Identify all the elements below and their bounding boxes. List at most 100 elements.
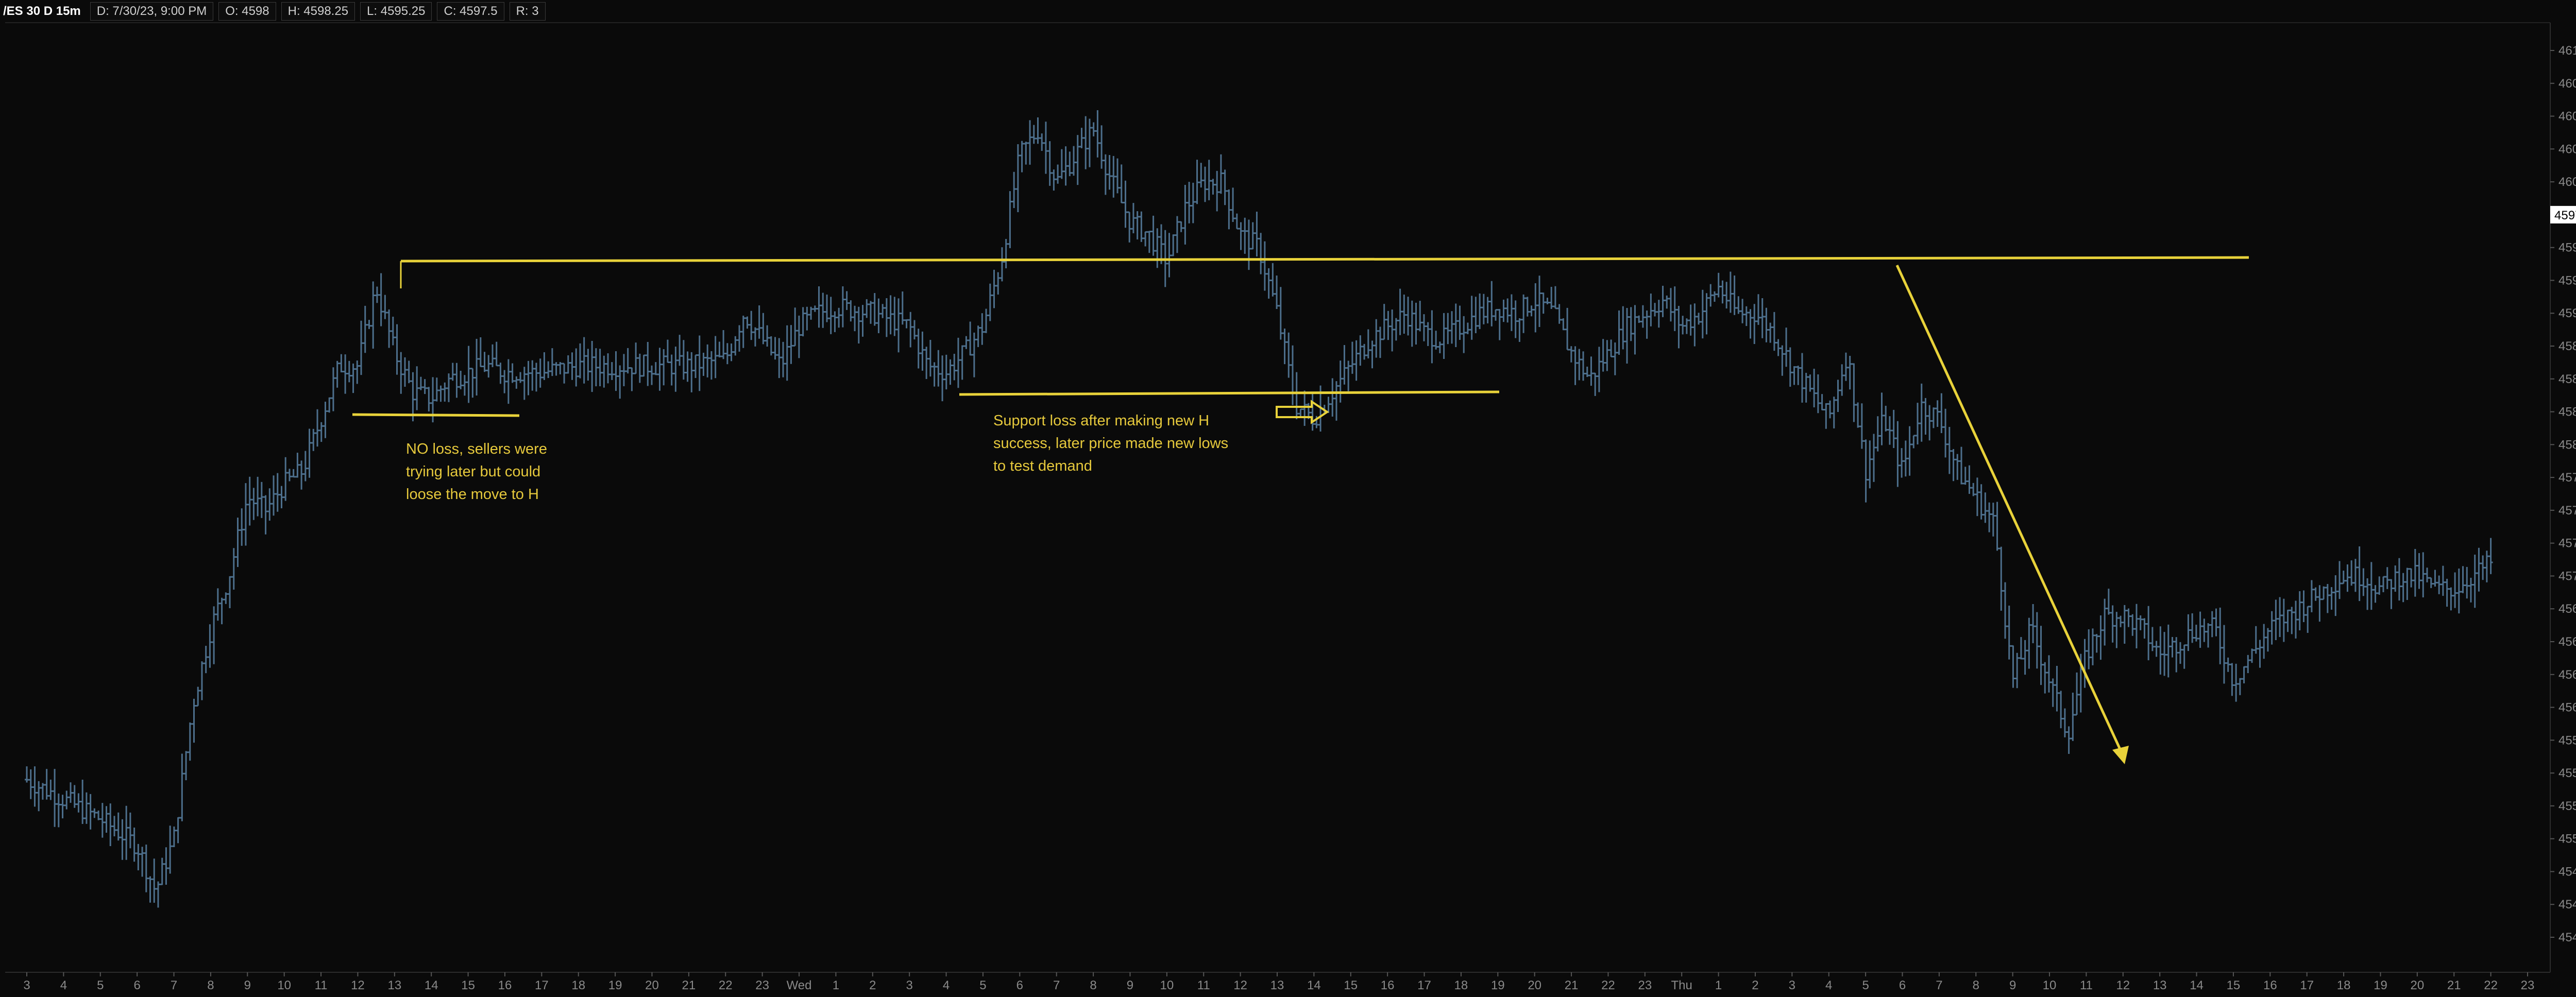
time-axis[interactable]: 3 4 5 6 7 8 9 10 11 12 13 14 15 16 17 18 19 20 21 22 23 Wed 1 2… — [23, 972, 2534, 992]
ohlc-bar — [1135, 211, 1140, 239]
ohlc-bar — [641, 354, 646, 377]
high-field: H: 4598.25 — [281, 2, 355, 21]
ohlc-bar — [1390, 310, 1395, 352]
ohlc-bar — [2114, 612, 2119, 648]
ohlc-bar — [1378, 326, 1382, 358]
ohlc-bar — [713, 336, 718, 379]
ohlc-bar — [1800, 353, 1804, 403]
ohlc-bar — [2306, 606, 2310, 633]
ohlc-bar — [1310, 392, 1315, 431]
ohlc-bar — [2445, 578, 2449, 607]
ohlc-bar — [1012, 171, 1016, 208]
ohlc-bar — [2477, 547, 2481, 592]
ohlc-bar — [2472, 555, 2477, 608]
ohlc-bar — [2337, 561, 2342, 599]
ohlc-bar — [434, 377, 439, 402]
ohlc-bar — [1947, 426, 1952, 474]
price-tick-label: 4542.5 — [2558, 931, 2576, 944]
ohlc-bar — [48, 779, 53, 800]
ohlc-bar — [510, 363, 515, 383]
ohlc-bar — [168, 826, 173, 874]
price-chart[interactable]: 46104607.546054602.546004597.545954592.5… — [0, 0, 2576, 997]
ohlc-bar — [614, 351, 618, 391]
ohlc-bar — [777, 338, 782, 379]
ohlc-bar — [88, 794, 93, 830]
ohlc-bar — [1223, 169, 1227, 205]
ohlc-bar — [1525, 297, 1530, 317]
ohlc-bar — [1402, 295, 1406, 334]
ohlc-bar — [2357, 546, 2362, 601]
ohlc-bar — [1836, 380, 1840, 412]
ohlc-bar — [1008, 191, 1012, 248]
ohlc-bar — [534, 363, 538, 392]
ohlc-bar — [1808, 374, 1812, 392]
ohlc-bar — [542, 352, 547, 380]
ohlc-bar — [1577, 349, 1582, 381]
ohlc-bar — [1688, 304, 1693, 336]
time-tick-label: 10 — [277, 978, 291, 992]
ohlc-bar — [1059, 149, 1064, 179]
ohlc-bar — [1665, 295, 1669, 309]
ohlc-bar — [156, 881, 160, 908]
ohlc-bar — [2170, 637, 2175, 658]
ohlc-bar — [1999, 546, 2004, 611]
ohlc-bar — [104, 806, 109, 833]
ohlc-bar — [2031, 604, 2036, 644]
ohlc-bar — [1967, 465, 1972, 494]
ohlc-bar — [2198, 611, 2202, 648]
ohlc-bar — [999, 247, 1004, 282]
ohlc-bar — [1047, 141, 1052, 186]
ohlc-bar — [944, 354, 948, 390]
ohlc-bar — [884, 298, 889, 337]
ohlc-bar — [494, 341, 499, 367]
ohlc-bar — [1903, 440, 1908, 477]
ohlc-bar — [2377, 576, 2382, 595]
ohlc-bar — [462, 375, 467, 396]
annotation-note-1: NO loss, sellers were trying later but c… — [406, 441, 547, 503]
price-tick-label: 4600 — [2558, 175, 2576, 189]
ohlc-bar — [2393, 565, 2398, 592]
ohlc-bar — [1788, 347, 1792, 387]
ohlc-bar — [1167, 233, 1172, 278]
time-tick-label: 21 — [682, 978, 696, 992]
ohlc-bar — [2082, 639, 2087, 688]
ohlc-bar — [1358, 335, 1363, 366]
time-tick-label: 1 — [1715, 978, 1722, 992]
ohlc-bar — [514, 376, 519, 389]
ohlc-bar — [2202, 618, 2207, 642]
ohlc-bar — [860, 305, 865, 337]
price-tick-label: 4592.5 — [2558, 273, 2576, 287]
ohlc-bar — [844, 291, 849, 310]
time-tick-label: 18 — [571, 978, 585, 992]
ohlc-bar — [2349, 560, 2354, 586]
ohlc-bar — [2186, 614, 2191, 651]
ohlc-bar — [2461, 566, 2465, 593]
ohlc-bar — [418, 376, 423, 390]
ohlc-bar — [2182, 644, 2187, 669]
ohlc-bar — [554, 362, 558, 376]
ohlc-bar — [976, 325, 980, 347]
ohlc-bar — [733, 336, 738, 356]
ohlc-bar — [849, 300, 853, 322]
ohlc-bar — [2301, 590, 2306, 623]
ohlc-bar — [717, 341, 722, 357]
time-tick-label: 21 — [2447, 978, 2461, 992]
ohlc-bar — [1418, 301, 1422, 332]
ohlc-bar — [1338, 360, 1343, 403]
ohlc-bar — [2321, 586, 2326, 600]
ohlc-bar — [904, 319, 909, 329]
ohlc-bar — [1004, 238, 1008, 269]
ohlc-bar — [2285, 609, 2290, 632]
symbol-label[interactable]: /ES 30 D 15m — [3, 3, 85, 20]
breakdown-arrow-line — [1895, 264, 2125, 758]
ohlc-bar — [665, 339, 670, 363]
ohlc-bar — [1995, 502, 1999, 551]
low-field: L: 4595.25 — [360, 2, 432, 21]
ohlc-bar — [256, 476, 260, 517]
time-tick-label: 21 — [1565, 978, 1579, 992]
ohlc-bar — [184, 751, 189, 781]
ohlc-bar — [1840, 364, 1844, 396]
ohlc-bar — [295, 453, 300, 478]
price-axis[interactable]: 4610 4607.5 4605 4602.5 4600 4597.5 4595 4592.5… — [2550, 44, 2576, 944]
ohlc-bar — [1668, 288, 1673, 322]
